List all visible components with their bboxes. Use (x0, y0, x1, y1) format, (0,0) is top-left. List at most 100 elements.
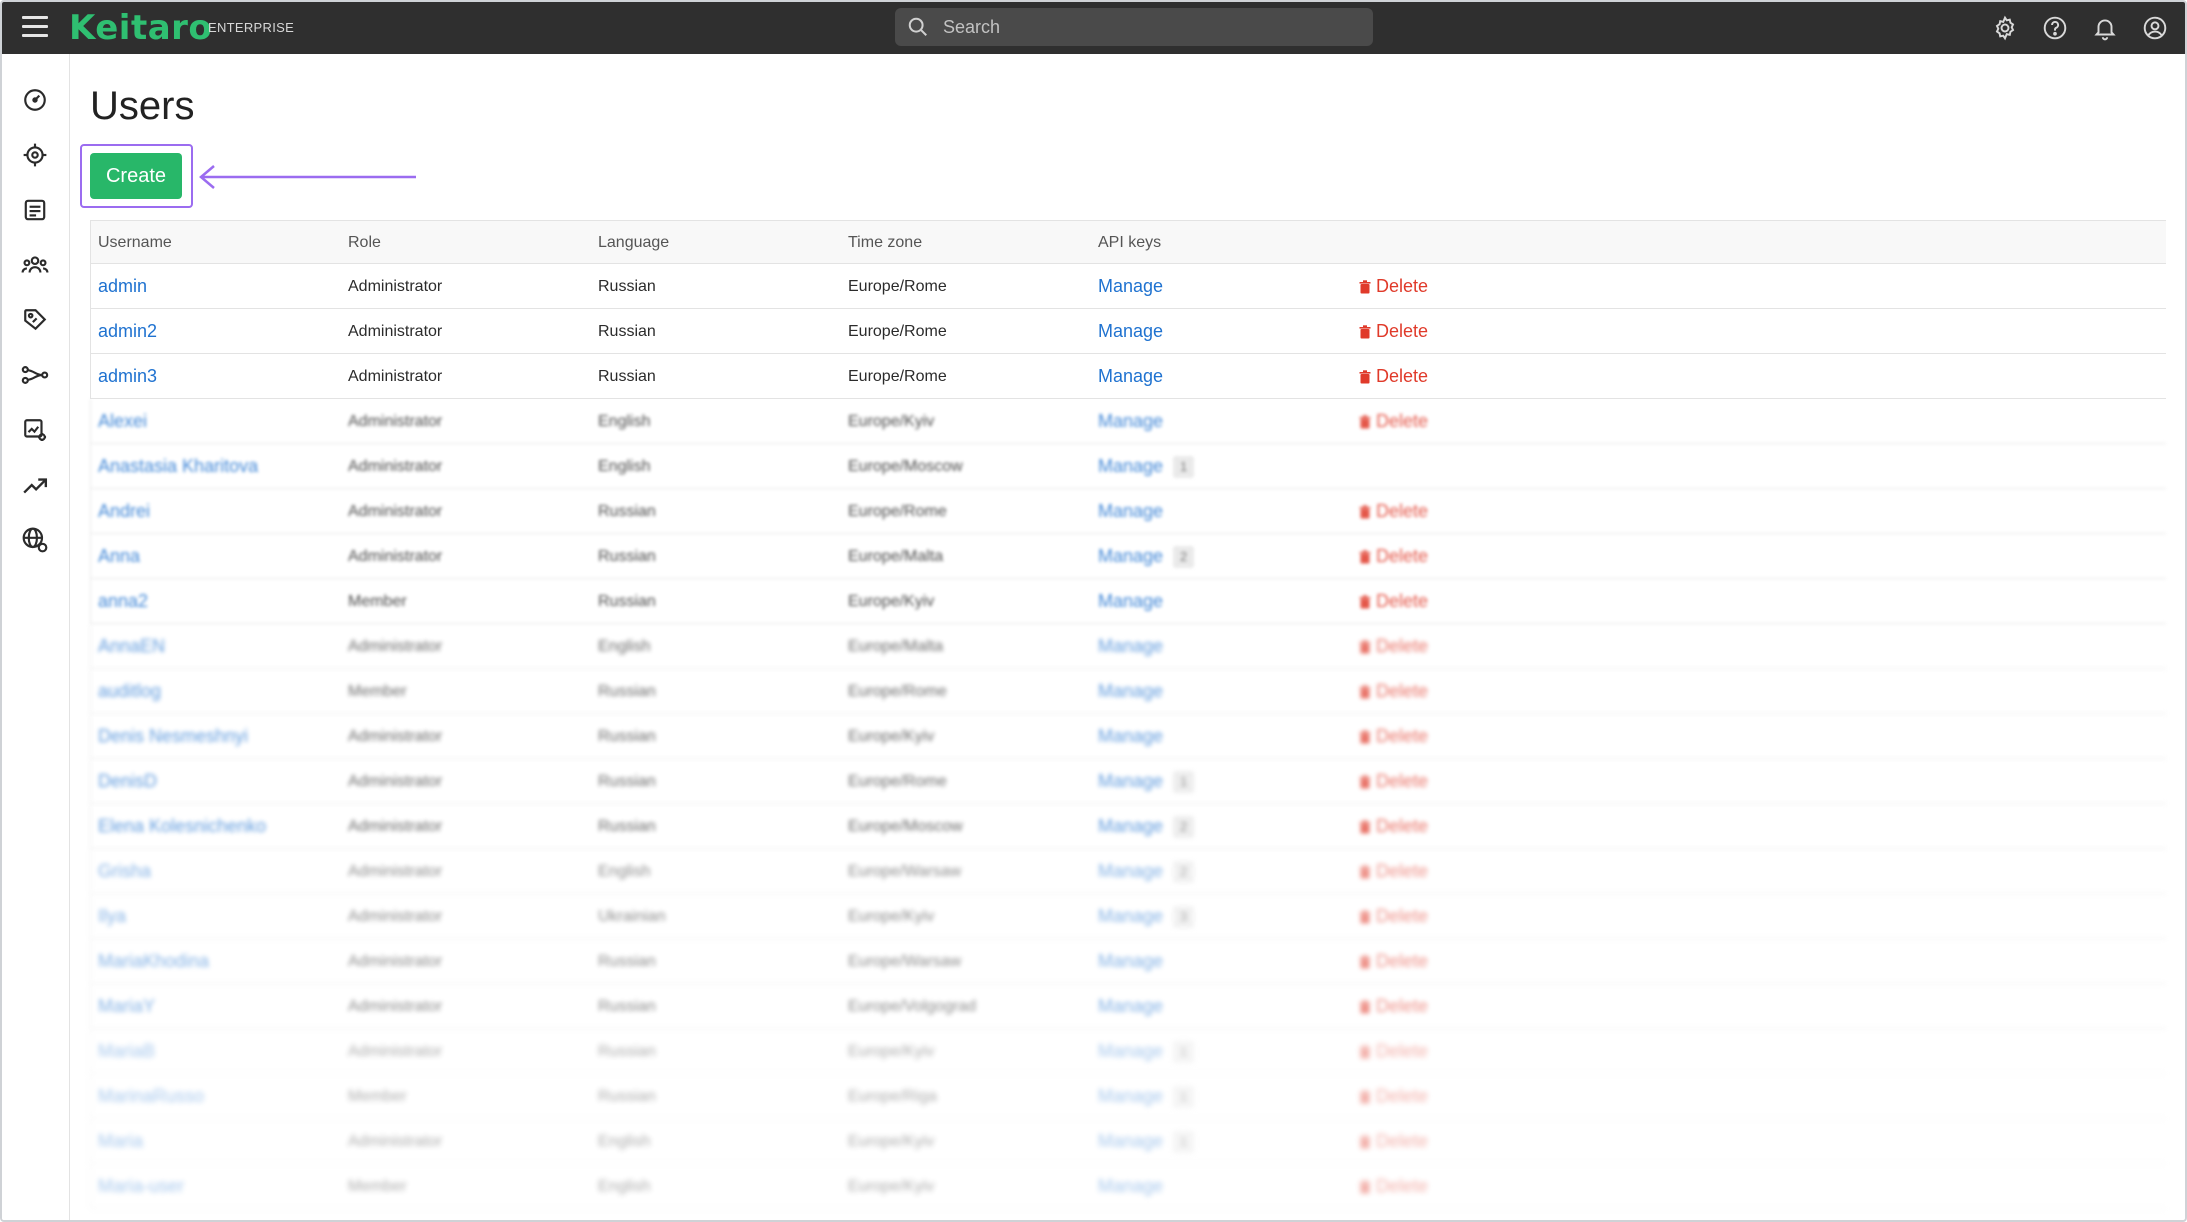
username-link[interactable]: Maria (98, 1131, 143, 1152)
manage-api-keys-link[interactable]: Manage (1098, 1131, 1163, 1152)
manage-api-keys-link[interactable]: Manage (1098, 456, 1163, 477)
delete-user-button[interactable]: Delete (1359, 411, 1428, 432)
role-cell: Administrator (348, 638, 443, 655)
timezone-cell: Europe/Kyiv (848, 728, 935, 745)
delete-user-button[interactable]: Delete (1359, 906, 1428, 927)
manage-api-keys-link[interactable]: Manage (1098, 861, 1163, 882)
timezone-cell: Europe/Malta (848, 548, 944, 565)
manage-api-keys-link[interactable]: Manage (1098, 996, 1163, 1017)
username-link[interactable]: Maria-user (98, 1176, 184, 1197)
manage-api-keys-link[interactable]: Manage (1098, 1086, 1163, 1107)
bell-icon[interactable] (2089, 12, 2121, 44)
timezone-cell: Europe/Rome (848, 773, 947, 790)
api-key-count-badge: 1 (1173, 1041, 1195, 1063)
campaigns-icon[interactable] (19, 139, 51, 171)
menu-icon[interactable] (22, 16, 48, 38)
language-cell: Russian (598, 548, 656, 565)
delete-user-button[interactable]: Delete (1359, 501, 1428, 522)
manage-api-keys-link[interactable]: Manage (1098, 636, 1163, 657)
header-language[interactable]: Language (598, 234, 669, 252)
delete-user-button[interactable]: Delete (1359, 1131, 1428, 1152)
delete-user-button[interactable]: Delete (1359, 546, 1428, 567)
delete-user-button[interactable]: Delete (1359, 276, 1428, 297)
delete-label: Delete (1376, 1131, 1429, 1151)
manage-api-keys-link[interactable]: Manage (1098, 276, 1163, 297)
search-input[interactable] (943, 8, 1363, 46)
domains-icon[interactable] (19, 524, 51, 556)
dashboard-icon[interactable] (19, 84, 51, 116)
offers-icon[interactable] (19, 194, 51, 226)
delete-user-button[interactable]: Delete (1359, 636, 1428, 657)
tags-icon[interactable] (19, 304, 51, 336)
manage-api-keys-link[interactable]: Manage (1098, 411, 1163, 432)
username-link[interactable]: auditlog (98, 681, 161, 702)
delete-label: Delete (1376, 591, 1429, 611)
username-link[interactable]: MariaKhodina (98, 951, 209, 972)
manage-api-keys-link[interactable]: Manage (1098, 681, 1163, 702)
delete-user-button[interactable]: Delete (1359, 681, 1428, 702)
language-cell: Russian (598, 1088, 656, 1105)
search-bar[interactable] (895, 8, 1373, 46)
username-link[interactable]: Andrei (98, 501, 150, 522)
manage-api-keys-link[interactable]: Manage (1098, 726, 1163, 747)
manage-api-keys-link[interactable]: Manage (1098, 771, 1163, 792)
trash-icon (1359, 999, 1371, 1013)
manage-api-keys-link[interactable]: Manage (1098, 1176, 1163, 1197)
delete-user-button[interactable]: Delete (1359, 1086, 1428, 1107)
username-link[interactable]: Anastasia Kharitova (98, 456, 258, 477)
header-timezone[interactable]: Time zone (848, 234, 922, 252)
username-link[interactable]: MariaY (98, 996, 155, 1017)
username-link[interactable]: Grisha (98, 861, 151, 882)
username-link[interactable]: admin2 (98, 321, 157, 342)
trends-icon[interactable] (19, 469, 51, 501)
delete-user-button[interactable]: Delete (1359, 996, 1428, 1017)
language-cell: English (598, 1133, 651, 1150)
manage-api-keys-link[interactable]: Manage (1098, 501, 1163, 522)
username-link[interactable]: anna2 (98, 591, 148, 612)
manage-api-keys-link[interactable]: Manage (1098, 906, 1163, 927)
users-icon[interactable] (19, 249, 51, 281)
delete-user-button[interactable]: Delete (1359, 861, 1428, 882)
reports-icon[interactable] (19, 414, 51, 446)
delete-user-button[interactable]: Delete (1359, 726, 1428, 747)
delete-label: Delete (1376, 366, 1429, 386)
header-role[interactable]: Role (348, 234, 381, 252)
delete-user-button[interactable]: Delete (1359, 591, 1428, 612)
manage-api-keys-link[interactable]: Manage (1098, 321, 1163, 342)
username-link[interactable]: Denis Nesmeshnyi (98, 726, 248, 747)
username-link[interactable]: MarinaRusso (98, 1086, 204, 1107)
settings-icon[interactable] (1989, 12, 2021, 44)
username-link[interactable]: admin (98, 276, 147, 297)
username-link[interactable]: Anna (98, 546, 140, 567)
delete-user-button[interactable]: Delete (1359, 771, 1428, 792)
delete-user-button[interactable]: Delete (1359, 1041, 1428, 1062)
role-cell: Administrator (348, 458, 443, 475)
manage-api-keys-link[interactable]: Manage (1098, 546, 1163, 567)
role-cell: Administrator (348, 908, 443, 925)
app-logo[interactable]: Keitaro (69, 8, 212, 48)
delete-user-button[interactable]: Delete (1359, 321, 1428, 342)
account-icon[interactable] (2139, 12, 2171, 44)
header-username[interactable]: Username (98, 234, 172, 252)
manage-api-keys-link[interactable]: Manage (1098, 1041, 1163, 1062)
manage-api-keys-link[interactable]: Manage (1098, 816, 1163, 837)
username-link[interactable]: Ilya (98, 906, 126, 927)
manage-api-keys-link[interactable]: Manage (1098, 366, 1163, 387)
create-user-button[interactable]: Create (90, 153, 182, 199)
username-link[interactable]: AnnaEN (98, 636, 165, 657)
help-icon[interactable] (2039, 12, 2071, 44)
username-link[interactable]: admin3 (98, 366, 157, 387)
delete-user-button[interactable]: Delete (1359, 366, 1428, 387)
role-cell: Administrator (348, 998, 443, 1015)
delete-user-button[interactable]: Delete (1359, 816, 1428, 837)
table-row: Andrei Administrator Russian Europe/Rome Man… (90, 489, 2166, 534)
manage-api-keys-link[interactable]: Manage (1098, 951, 1163, 972)
delete-user-button[interactable]: Delete (1359, 951, 1428, 972)
username-link[interactable]: MariaB (98, 1041, 155, 1062)
username-link[interactable]: DenisD (98, 771, 157, 792)
manage-api-keys-link[interactable]: Manage (1098, 591, 1163, 612)
username-link[interactable]: Alexei (98, 411, 147, 432)
username-link[interactable]: Elena Kolesnichenko (98, 816, 266, 837)
delete-user-button[interactable]: Delete (1359, 1176, 1428, 1197)
flows-icon[interactable] (19, 359, 51, 391)
